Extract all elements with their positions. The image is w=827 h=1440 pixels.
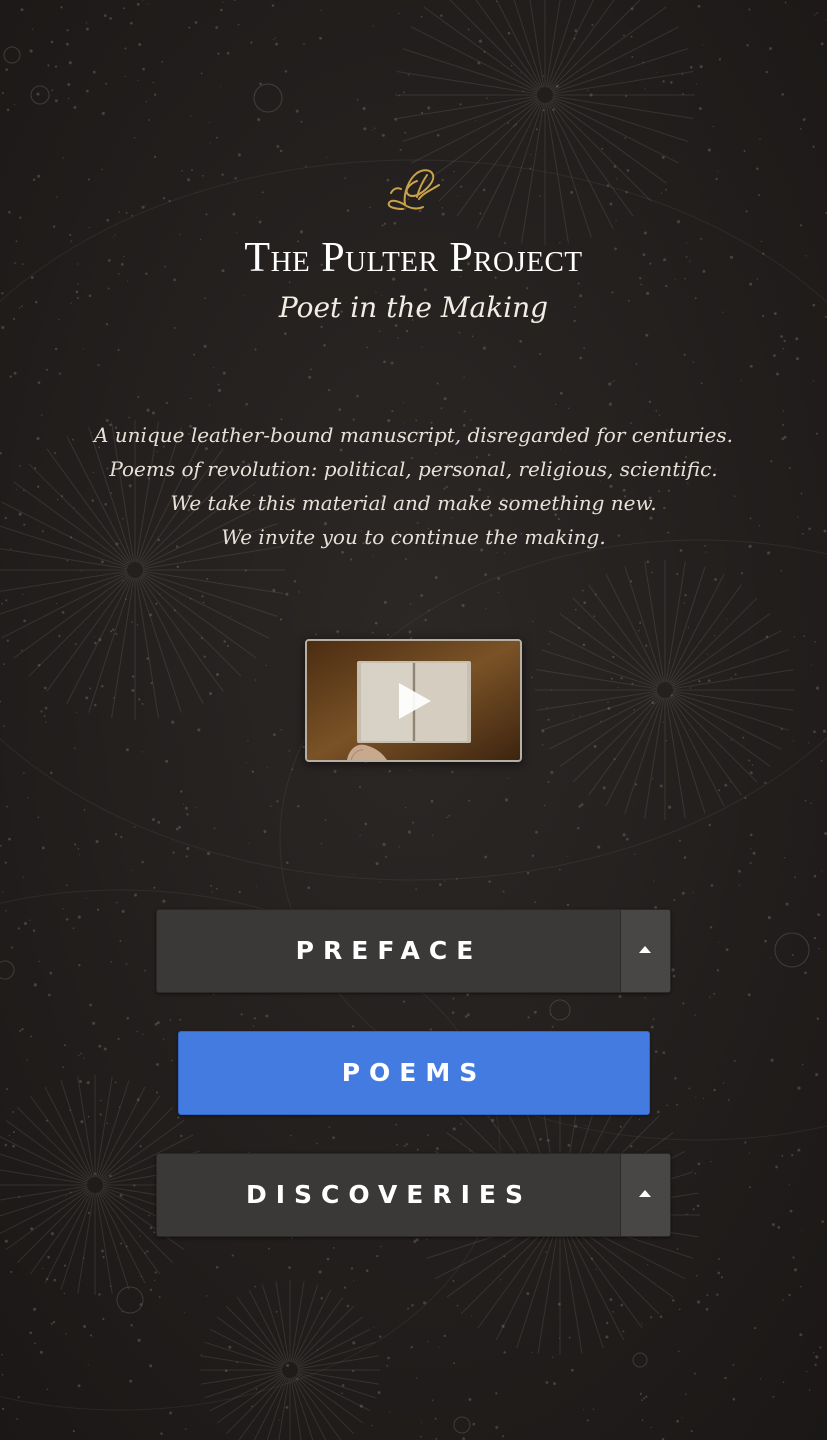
intro-line: We invite you to continue the making.: [221, 525, 606, 549]
preface-button-group: PREFACE: [156, 909, 671, 993]
intro-video-thumbnail[interactable]: [305, 639, 522, 762]
intro-text: A unique leather-bound manuscript, disre…: [0, 418, 827, 554]
quill-monogram-icon: [387, 169, 440, 210]
discoveries-dropdown-toggle[interactable]: [620, 1154, 670, 1236]
discoveries-button[interactable]: DISCOVERIES: [157, 1154, 621, 1236]
poems-button[interactable]: POEMS: [178, 1031, 650, 1115]
intro-line: Poems of revolution: political, personal…: [109, 457, 718, 481]
intro-line: A unique leather-bound manuscript, disre…: [93, 423, 733, 447]
caret-up-icon: [639, 946, 651, 953]
preface-dropdown-toggle[interactable]: [620, 910, 670, 992]
site-title: The Pulter Project: [244, 235, 583, 281]
discoveries-button-group: DISCOVERIES: [156, 1153, 671, 1237]
caret-up-icon: [639, 1190, 651, 1197]
intro-line: We take this material and make something…: [170, 491, 657, 515]
play-icon[interactable]: [397, 681, 433, 721]
site-subtitle: Poet in the Making: [278, 291, 549, 324]
preface-button[interactable]: PREFACE: [157, 910, 621, 992]
